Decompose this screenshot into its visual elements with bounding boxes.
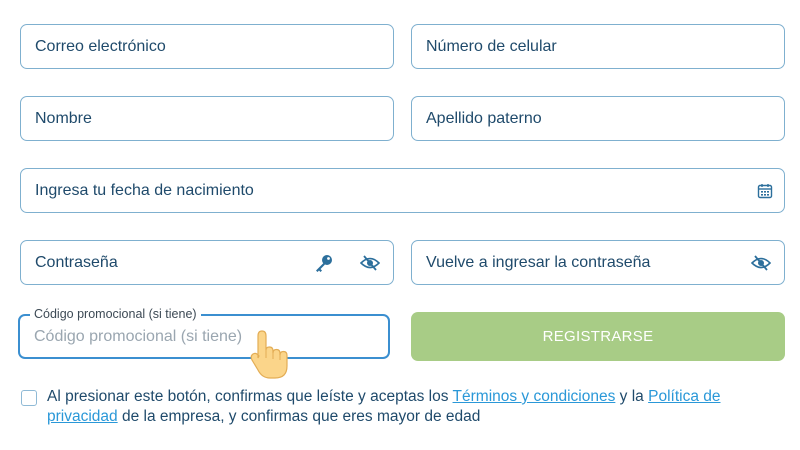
password-confirm-field[interactable]: Vuelve a ingresar la contraseña bbox=[411, 240, 785, 285]
terms-link[interactable]: Términos y condiciones bbox=[453, 388, 616, 405]
eye-slash-icon[interactable] bbox=[750, 252, 772, 274]
key-icon[interactable] bbox=[313, 252, 335, 274]
birthdate-placeholder: Ingresa tu fecha de nacimiento bbox=[35, 181, 254, 199]
hand-pointer-icon bbox=[248, 330, 296, 387]
first-name-field[interactable]: Nombre bbox=[20, 96, 394, 141]
password-confirm-placeholder: Vuelve a ingresar la contraseña bbox=[426, 253, 651, 271]
register-button[interactable]: REGISTRARSE bbox=[411, 312, 785, 361]
eye-slash-icon[interactable] bbox=[359, 252, 381, 274]
terms-text-1: Al presionar este botón, confirmas que l… bbox=[47, 388, 449, 405]
calendar-icon[interactable] bbox=[757, 183, 773, 199]
terms-text-2: y la bbox=[619, 388, 644, 405]
terms-text-3: de la empresa, y confirmas que eres mayo… bbox=[121, 408, 481, 425]
last-name-placeholder: Apellido paterno bbox=[426, 109, 542, 127]
phone-field[interactable]: Número de celular bbox=[411, 24, 785, 69]
password-field[interactable]: Contraseña bbox=[20, 240, 394, 285]
email-placeholder: Correo electrónico bbox=[35, 37, 166, 55]
phone-placeholder: Número de celular bbox=[426, 37, 557, 55]
first-name-placeholder: Nombre bbox=[35, 109, 92, 127]
birthdate-field[interactable]: Ingresa tu fecha de nacimiento bbox=[20, 168, 785, 213]
terms-text: Al presionar este botón, confirmas que l… bbox=[47, 387, 757, 427]
promo-code-field[interactable]: Código promocional (si tiene) Código pro… bbox=[18, 306, 390, 359]
register-button-label: REGISTRARSE bbox=[542, 328, 654, 345]
email-field[interactable]: Correo electrónico bbox=[20, 24, 394, 69]
promo-code-label: Código promocional (si tiene) bbox=[30, 306, 201, 322]
promo-code-placeholder: Código promocional (si tiene) bbox=[34, 327, 243, 345]
terms-checkbox[interactable] bbox=[21, 390, 37, 406]
last-name-field[interactable]: Apellido paterno bbox=[411, 96, 785, 141]
password-placeholder: Contraseña bbox=[35, 253, 118, 271]
